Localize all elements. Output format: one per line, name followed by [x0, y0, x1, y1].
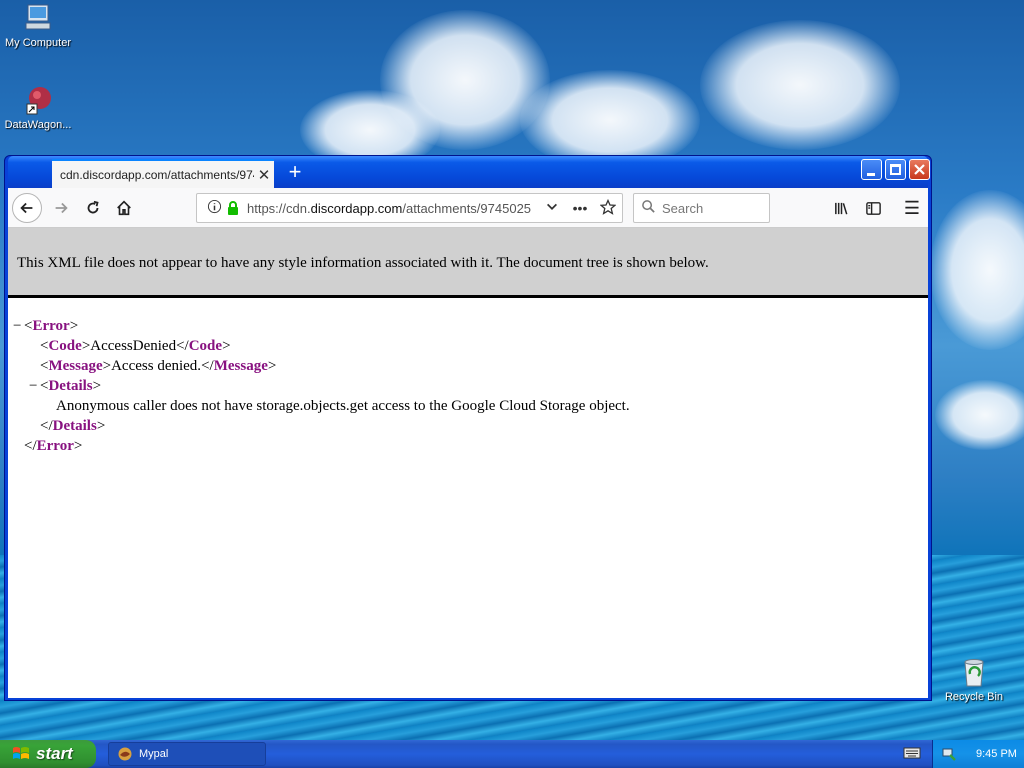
desktop-icon-label: DataWagon... — [4, 119, 72, 131]
reload-icon — [87, 200, 99, 214]
xml-line-details-text: Anonymous caller does not have storage.o… — [13, 396, 928, 416]
forward-button[interactable] — [46, 193, 76, 223]
title-bar[interactable]: cdn.discordapp.com/attachments/9745 ✕ + — [8, 156, 930, 188]
site-info-icon[interactable] — [203, 199, 225, 217]
navigation-toolbar: https://cdn.discordapp.com/attachments/9… — [8, 188, 928, 228]
xml-text: Access denied. — [111, 358, 202, 374]
search-icon — [634, 199, 662, 217]
close-icon — [914, 164, 925, 175]
clock[interactable]: 9:45 PM — [976, 748, 1017, 760]
tab-close-icon[interactable]: ✕ — [254, 166, 274, 184]
page-actions-more-icon[interactable]: ••• — [566, 200, 594, 216]
maximize-button[interactable] — [885, 159, 906, 180]
close-button[interactable] — [909, 159, 930, 180]
browser-window: cdn.discordapp.com/attachments/9745 ✕ + — [4, 155, 932, 701]
lock-icon — [228, 201, 238, 215]
xml-tag: Code — [188, 338, 223, 354]
xml-tag: Details — [52, 418, 97, 434]
page-content: This XML file does not appear to have an… — [8, 228, 928, 698]
start-button[interactable]: start — [0, 740, 96, 768]
reload-button[interactable] — [78, 193, 108, 223]
search-placeholder: Search — [662, 200, 704, 216]
my-computer-icon — [25, 4, 51, 30]
xml-line-details-open: − <Details> — [29, 376, 102, 396]
mypal-app-icon — [118, 747, 132, 761]
xml-text: AccessDenied — [90, 338, 177, 354]
xml-line-message: <Message>Access denied.</Message> — [40, 358, 277, 374]
library-button[interactable] — [826, 193, 856, 223]
desktop-icon-datawagon[interactable]: DataWagon... — [0, 84, 78, 131]
datawagon-icon — [26, 87, 51, 115]
maximize-icon — [890, 164, 901, 175]
browser-tab[interactable]: cdn.discordapp.com/attachments/9745 ✕ — [52, 159, 274, 188]
url-bar[interactable]: https://cdn.discordapp.com/attachments/9… — [196, 193, 623, 223]
hamburger-menu-icon[interactable]: ☰ — [897, 193, 927, 223]
system-tray: 9:45 PM — [932, 740, 1024, 768]
library-icon — [834, 202, 847, 214]
xml-tag: Message — [48, 358, 103, 374]
search-input[interactable]: Search — [633, 193, 770, 223]
minimize-button[interactable] — [861, 159, 882, 180]
network-icon[interactable] — [941, 746, 957, 762]
taskbar-item-mypal[interactable]: Mypal — [108, 742, 266, 766]
desktop-icon-label: Recycle Bin — [944, 691, 1004, 703]
sidebar-icon — [865, 201, 881, 215]
xml-document-tree: − <Error> <Code>AccessDenied</Code> <Mess… — [8, 298, 928, 456]
desktop-icon-my-computer[interactable]: My Computer — [0, 2, 78, 49]
taskbar: start Mypal 9:45 PM — [0, 740, 1024, 768]
desktop-icon-recycle-bin[interactable]: Recycle Bin — [934, 656, 1014, 703]
xml-tag: Details — [48, 378, 93, 394]
back-button[interactable] — [12, 193, 42, 223]
cloud — [700, 20, 900, 150]
url-path: /attachments/9745025 — [402, 200, 532, 216]
keyboard-icon[interactable] — [903, 746, 921, 760]
desktop-icon-label: My Computer — [4, 37, 72, 49]
new-tab-button[interactable]: + — [280, 159, 310, 187]
taskbar-item-label: Mypal — [139, 748, 169, 760]
sidebar-toggle-button[interactable] — [858, 193, 888, 223]
recycle-bin-icon — [964, 659, 984, 687]
chevron-down-icon[interactable] — [538, 200, 566, 217]
arrow-right-icon — [55, 202, 68, 214]
xml-line-error-close: </Error> — [24, 438, 83, 454]
xml-line-error-open: − <Error> — [13, 316, 79, 336]
url-text[interactable]: https://cdn.discordapp.com/attachments/9… — [247, 201, 538, 216]
cloud — [935, 380, 1024, 450]
url-domain: discordapp.com — [310, 200, 403, 216]
xml-tag: Error — [32, 318, 70, 334]
tab-title: cdn.discordapp.com/attachments/9745 — [60, 167, 254, 182]
xml-style-notice: This XML file does not appear to have an… — [8, 228, 928, 298]
xml-tag: Error — [36, 438, 74, 454]
windows-logo-icon — [13, 747, 29, 759]
xml-tag: Message — [213, 358, 268, 374]
arrow-left-icon — [20, 202, 33, 214]
bookmark-star-icon[interactable] — [594, 198, 622, 218]
collapse-toggle-icon[interactable]: − — [29, 376, 40, 396]
xml-line-details-close: </Details> — [40, 418, 106, 434]
home-icon — [117, 200, 131, 216]
url-prefix: https://cdn. — [247, 200, 311, 216]
xml-line-code: <Code>AccessDenied</Code> — [40, 338, 231, 354]
collapse-toggle-icon[interactable]: − — [13, 316, 24, 336]
home-button[interactable] — [109, 193, 139, 223]
cloud — [930, 190, 1024, 350]
xml-text: Anonymous caller does not have storage.o… — [56, 398, 630, 414]
minimize-icon — [867, 173, 875, 176]
xml-tag: Code — [48, 338, 82, 354]
start-label: start — [36, 744, 73, 763]
